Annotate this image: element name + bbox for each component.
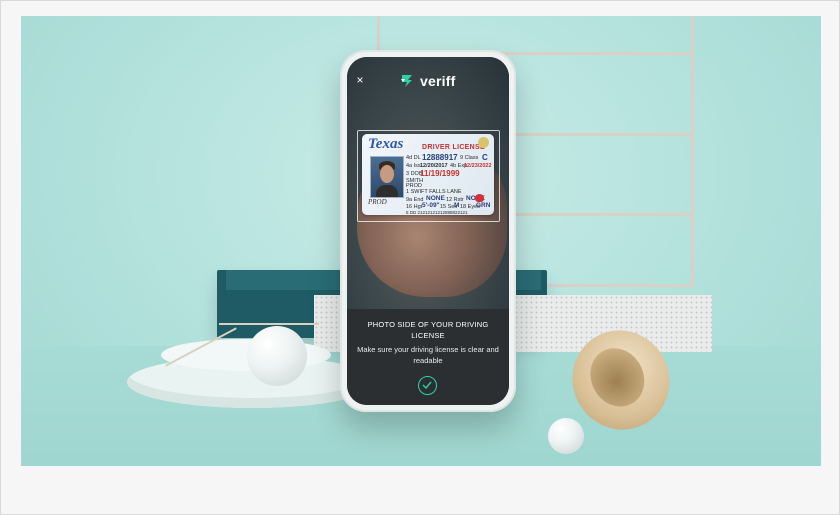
card-portrait bbox=[370, 156, 404, 198]
card-type: DRIVER LICENSE bbox=[422, 144, 485, 151]
ladder-rung bbox=[491, 133, 694, 136]
hero-scene: × veriff Texas DRIVER LICENSE 4d DL 1288… bbox=[21, 16, 821, 466]
veriff-logo-icon bbox=[401, 75, 412, 87]
portrait-face bbox=[380, 165, 394, 183]
check-circle-icon[interactable] bbox=[418, 376, 437, 395]
card-state: Texas bbox=[368, 136, 404, 152]
card-class-value: C bbox=[482, 153, 488, 162]
phone-screen: × veriff Texas DRIVER LICENSE 4d DL 1288… bbox=[347, 57, 509, 405]
white-sphere-small bbox=[548, 418, 584, 454]
white-sphere-large bbox=[247, 326, 307, 386]
card-dob: 11/19/1999 bbox=[420, 169, 460, 178]
camera-viewfinder: × veriff Texas DRIVER LICENSE 4d DL 1288… bbox=[347, 57, 509, 309]
card-signature: PROD bbox=[368, 198, 387, 206]
ladder-rung bbox=[491, 213, 694, 216]
card-end-value: NONE bbox=[426, 195, 445, 202]
card-iss-label: 4a Iss bbox=[406, 163, 421, 169]
instruction-title: PHOTO SIDE OF YOUR DRIVING LICENSE bbox=[367, 320, 489, 340]
card-eyes-value: GRN bbox=[476, 202, 491, 209]
brand-logo: veriff bbox=[399, 73, 455, 89]
card-class-label: 9 Class bbox=[460, 155, 479, 161]
seal-icon bbox=[478, 137, 489, 148]
card-dl-label: 4d DL bbox=[406, 155, 421, 161]
card-dd: 5 DD 21212121212888822121 bbox=[406, 210, 468, 215]
card-dl-number: 12888917 bbox=[422, 153, 458, 162]
card-sex-value: M bbox=[454, 202, 460, 209]
gold-rail bbox=[219, 323, 319, 325]
card-end-label: 9a End bbox=[406, 197, 424, 203]
brand-name: veriff bbox=[420, 73, 456, 89]
driver-license-card: Texas DRIVER LICENSE 4d DL 12888917 9 Cl… bbox=[362, 134, 494, 215]
card-hgt-value: 5'-09" bbox=[422, 202, 440, 209]
portrait-body bbox=[376, 185, 398, 197]
heart-icon bbox=[475, 194, 484, 202]
check-icon bbox=[422, 381, 432, 389]
hemisphere-inside bbox=[580, 338, 655, 417]
instruction-panel: PHOTO SIDE OF YOUR DRIVING LICENSE Make … bbox=[347, 309, 509, 405]
card-exp-date: 12/23/2022 bbox=[464, 163, 492, 169]
ladder-post-right bbox=[691, 16, 694, 286]
close-icon[interactable]: × bbox=[353, 73, 367, 87]
instruction-subtitle: Make sure your driving license is clear … bbox=[357, 345, 499, 365]
phone-mockup: × veriff Texas DRIVER LICENSE 4d DL 1288… bbox=[340, 50, 516, 412]
